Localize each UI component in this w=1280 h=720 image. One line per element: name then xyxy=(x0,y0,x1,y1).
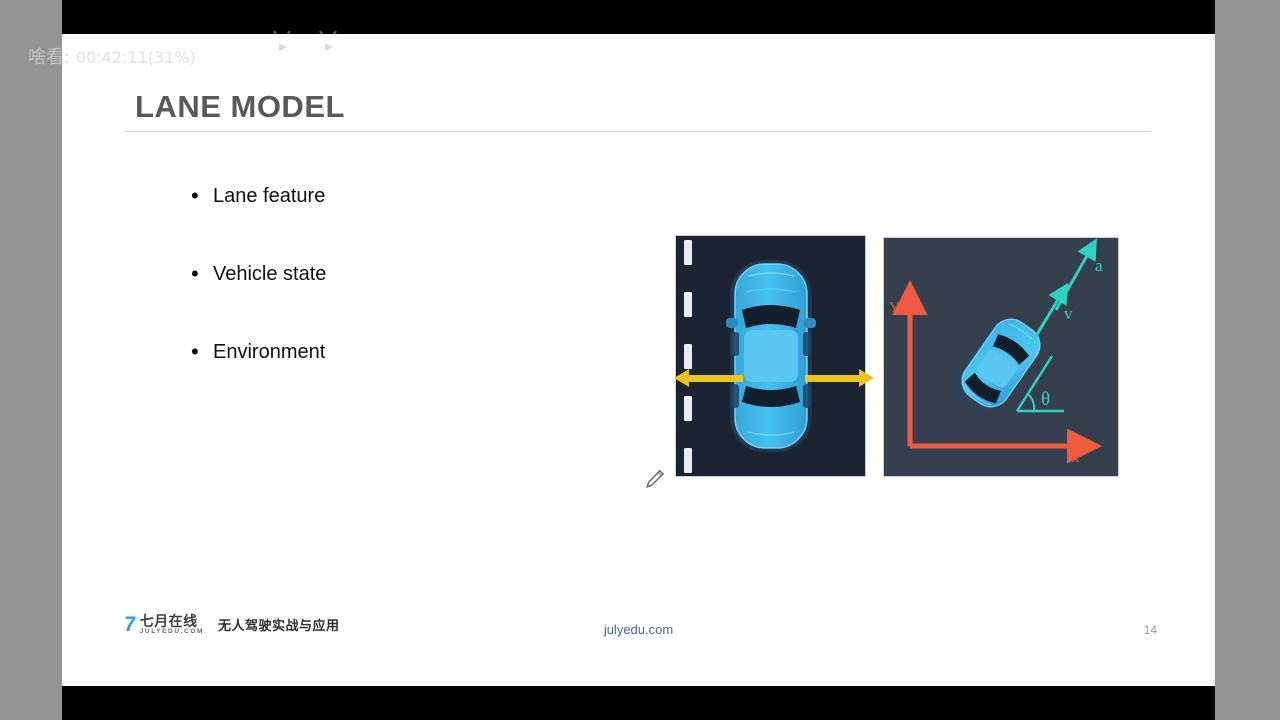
lateral-offset-arrow-left xyxy=(674,369,743,387)
bullet-label: Lane feature xyxy=(213,185,326,207)
lane-position-figure xyxy=(674,235,874,477)
letterbox-top xyxy=(62,0,1215,34)
title-divider xyxy=(125,131,1151,132)
lateral-offset-arrow-right xyxy=(805,369,874,387)
player-overlay-text: 啥看: 00:42:11(31%) xyxy=(28,43,196,69)
bullet-marker-icon: • xyxy=(191,339,199,364)
bullet-marker-icon: • xyxy=(191,183,199,208)
list-item: • Vehicle state xyxy=(187,262,607,340)
pencil-cursor xyxy=(645,469,665,489)
velocity-vector-label: v xyxy=(1064,304,1073,323)
axis-y-label: Y xyxy=(889,300,900,316)
overlay-label: 啥看: xyxy=(28,47,71,68)
video-player[interactable]: LANE MODEL • Lane feature • Vehicle stat… xyxy=(0,0,1280,720)
heading-angle-label: θ xyxy=(1041,389,1051,410)
acceleration-vector-label: a xyxy=(1095,256,1103,275)
bullet-marker-icon: • xyxy=(191,261,199,286)
axis-x-label: x xyxy=(1072,450,1080,466)
overlay-timestamp: 00:42:11(31%) xyxy=(75,48,196,67)
list-item: • Lane feature xyxy=(187,184,607,262)
vehicle-state-figure: Y x v a θ xyxy=(883,237,1119,477)
vehicle-state-graphic xyxy=(892,238,1102,464)
page-number: 14 xyxy=(1143,623,1157,637)
pencil-cursor-icon xyxy=(646,469,665,488)
letterbox-bottom xyxy=(62,686,1215,720)
page-title: LANE MODEL xyxy=(135,89,345,124)
bilibili-watermark-icon xyxy=(270,30,356,57)
slide-canvas[interactable]: LANE MODEL • Lane feature • Vehicle stat… xyxy=(62,34,1215,686)
bullet-label: Vehicle state xyxy=(213,263,327,285)
footer-site-url: julyedu.com xyxy=(603,622,674,637)
bullet-label: Environment xyxy=(213,341,326,363)
car-top-view-graphic xyxy=(726,260,816,452)
list-item: • Environment xyxy=(187,340,607,418)
bullet-list: • Lane feature • Vehicle state • Environ… xyxy=(187,184,607,418)
